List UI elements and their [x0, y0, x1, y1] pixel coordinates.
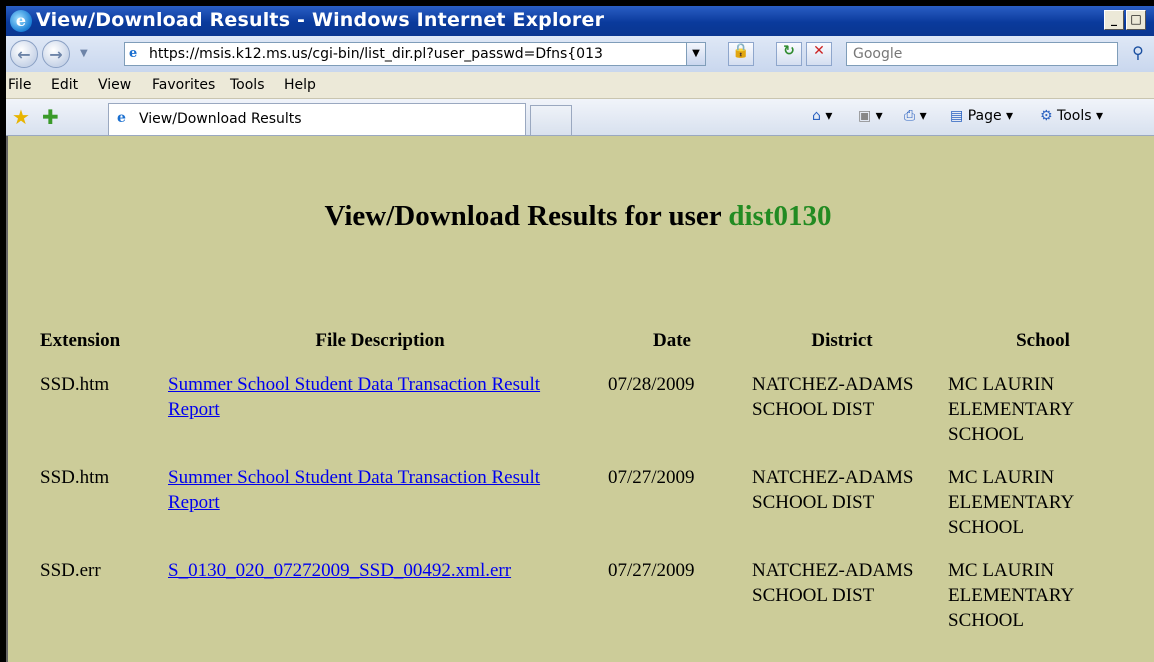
page-icon: ▤	[950, 108, 964, 124]
column-header-school: School	[1016, 330, 1070, 351]
table-row: SSD.htm Summer School Student Data Trans…	[32, 461, 1146, 554]
cell-extension: SSD.err	[40, 560, 101, 581]
cell-description: Summer School Student Data Transaction R…	[160, 368, 600, 461]
cell-school: MC LAURIN ELEMENTARY SCHOOL	[948, 560, 1074, 631]
cell-school: MC LAURIN ELEMENTARY SCHOOL	[948, 374, 1074, 445]
back-button[interactable]: ←	[10, 40, 38, 68]
browser-window: e View/Download Results - Windows Intern…	[6, 6, 1154, 662]
address-dropdown-button[interactable]: ▼	[686, 43, 705, 65]
cell-extension: SSD.htm	[40, 467, 110, 488]
file-link[interactable]: Summer School Student Data Transaction R…	[168, 467, 540, 513]
cell-extension: SSD.htm	[40, 374, 110, 395]
history-dropdown-icon[interactable]: ▼	[80, 48, 88, 59]
tab-bar: ★ ✚ e View/Download Results ⌂ ▾ ▣ ▾ ⎙ ▾ …	[6, 99, 1154, 136]
table-header-row: Extension File Description Date District…	[32, 326, 1146, 368]
column-header-description: File Description	[315, 330, 445, 351]
add-favorite-icon[interactable]: ✚	[42, 105, 59, 129]
stop-icon[interactable]: ✕	[806, 42, 832, 66]
search-input[interactable]: Google	[846, 42, 1118, 66]
menu-favorites[interactable]: Favorites	[152, 77, 215, 93]
menu-edit[interactable]: Edit	[51, 77, 78, 93]
title-bar: e View/Download Results - Windows Intern…	[6, 6, 1154, 36]
heading-text: View/Download Results for user	[324, 200, 722, 232]
lock-icon[interactable]: 🔒	[728, 42, 754, 66]
username: dist0130	[728, 200, 832, 232]
file-link[interactable]: S_0130_020_07272009_SSD_00492.xml.err	[168, 560, 511, 581]
cell-description: Summer School Student Data Transaction R…	[160, 461, 600, 554]
gear-icon: ⚙	[1040, 108, 1053, 124]
menu-tools[interactable]: Tools	[230, 77, 265, 93]
page-icon: e	[129, 46, 138, 61]
menu-view[interactable]: View	[98, 77, 131, 93]
address-toolbar: ← → ▼ e https://msis.k12.ms.us/cgi-bin/l…	[6, 36, 1154, 72]
cell-district: NATCHEZ-ADAMS SCHOOL DIST	[752, 374, 914, 420]
cell-district: NATCHEZ-ADAMS SCHOOL DIST	[752, 560, 914, 606]
results-table: Extension File Description Date District…	[32, 326, 1146, 647]
menu-file[interactable]: File	[8, 77, 31, 93]
new-tab-button[interactable]	[530, 105, 572, 135]
menu-help[interactable]: Help	[284, 77, 316, 93]
print-icon[interactable]: ⎙ ▾	[904, 108, 927, 124]
url-text[interactable]: https://msis.k12.ms.us/cgi-bin/list_dir.…	[149, 46, 687, 62]
cell-date: 07/27/2009	[608, 467, 695, 488]
minimize-button[interactable]: _	[1104, 10, 1124, 30]
tools-menu-button[interactable]: ⚙ Tools ▾	[1040, 108, 1103, 124]
table-row: SSD.htm Summer School Student Data Trans…	[32, 368, 1146, 461]
forward-button[interactable]: →	[42, 40, 70, 68]
refresh-icon[interactable]: ↻	[776, 42, 802, 66]
page-title: View/Download Results for user dist0130	[8, 200, 1148, 233]
cell-description: S_0130_020_07272009_SSD_00492.xml.err	[160, 554, 600, 647]
address-bar[interactable]: e https://msis.k12.ms.us/cgi-bin/list_di…	[124, 42, 706, 66]
page-content: View/Download Results for user dist0130 …	[6, 136, 1154, 662]
tab-label: View/Download Results	[139, 111, 302, 127]
feeds-icon[interactable]: ▣ ▾	[858, 108, 883, 124]
home-icon[interactable]: ⌂ ▾	[812, 108, 832, 124]
column-header-date: Date	[653, 330, 691, 351]
cell-date: 07/28/2009	[608, 374, 695, 395]
menu-bar: File Edit View Favorites Tools Help	[6, 72, 1154, 99]
page-icon: e	[117, 110, 126, 126]
maximize-button[interactable]: □	[1126, 10, 1146, 30]
ie-logo-icon: e	[10, 10, 32, 32]
file-link[interactable]: Summer School Student Data Transaction R…	[168, 374, 540, 420]
cell-school: MC LAURIN ELEMENTARY SCHOOL	[948, 467, 1074, 538]
search-icon[interactable]: ⚲	[1122, 42, 1154, 66]
table-row: SSD.err S_0130_020_07272009_SSD_00492.xm…	[32, 554, 1146, 647]
favorites-star-icon[interactable]: ★	[12, 105, 30, 129]
cell-district: NATCHEZ-ADAMS SCHOOL DIST	[752, 467, 914, 513]
column-header-extension: Extension	[40, 330, 121, 351]
tab-view-download[interactable]: e View/Download Results	[108, 103, 526, 135]
window-title: View/Download Results - Windows Internet…	[36, 9, 605, 31]
column-header-district: District	[811, 330, 873, 351]
cell-date: 07/27/2009	[608, 560, 695, 581]
page-menu-button[interactable]: ▤ Page ▾	[950, 108, 1013, 124]
